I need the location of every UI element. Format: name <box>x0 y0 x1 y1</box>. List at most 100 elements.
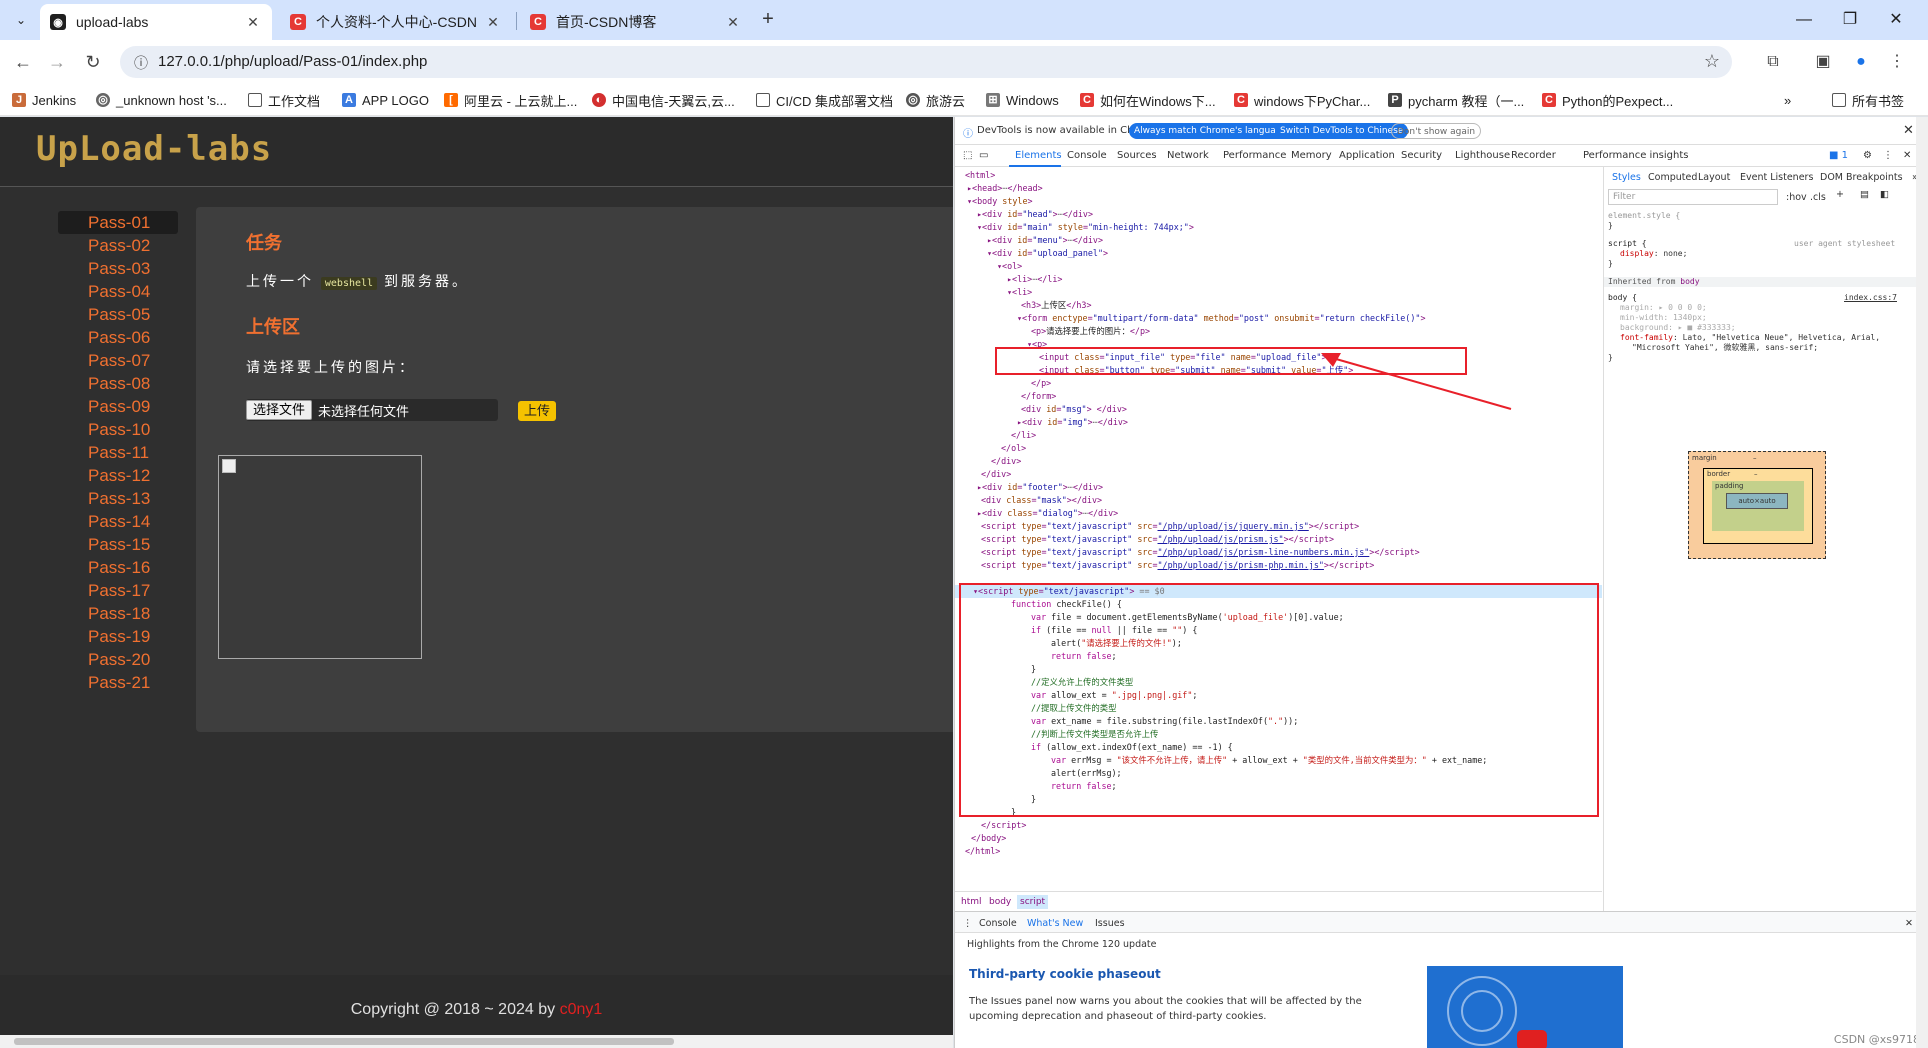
bookmark-item[interactable]: A APP LOGO <box>342 90 429 110</box>
tab-upload-labs[interactable]: ◉ upload-labs ✕ <box>40 4 272 40</box>
restore-button[interactable]: ❐ <box>1830 6 1870 34</box>
tab-memory[interactable]: Memory <box>1291 150 1332 161</box>
tab-csdn-profile[interactable]: C 个人资料-个人中心-CSDN ✕ <box>280 4 512 40</box>
hov-toggle[interactable]: :hov <box>1786 192 1807 203</box>
drawer-tab-whats-new[interactable]: What's New <box>1027 918 1083 929</box>
tab-dom-breakpoints[interactable]: DOM Breakpoints <box>1820 172 1903 183</box>
close-tab-icon[interactable]: ✕ <box>724 14 742 31</box>
menu-item-pass-18[interactable]: Pass-18 <box>58 602 178 625</box>
menu-item-pass-17[interactable]: Pass-17 <box>58 579 178 602</box>
reload-icon[interactable]: ↻ <box>80 50 106 74</box>
tab-search-icon[interactable]: ⌄ <box>8 8 34 32</box>
profile-avatar-icon[interactable]: ● <box>1848 50 1874 74</box>
extensions-icon[interactable]: ⧉ <box>1760 50 1786 74</box>
menu-item-pass-04[interactable]: Pass-04 <box>58 280 178 303</box>
crumb-script[interactable]: script <box>1017 895 1049 909</box>
crumb-html[interactable]: html <box>961 897 982 907</box>
bookmark-item[interactable]: C Python的Pexpect... <box>1542 90 1673 110</box>
whats-new-title[interactable]: Third-party cookie phaseout <box>969 967 1161 981</box>
menu-item-pass-06[interactable]: Pass-06 <box>58 326 178 349</box>
cls-toggle[interactable]: .cls <box>1810 192 1826 203</box>
tab-event-listeners[interactable]: Event Listeners <box>1740 172 1813 183</box>
elements-tree[interactable]: <html> ▸<head>⋯</head> ▾<body style> ▸<d… <box>955 167 1602 891</box>
crumb-body[interactable]: body <box>989 897 1011 907</box>
close-tab-icon[interactable]: ✕ <box>244 14 262 31</box>
choose-file-button[interactable]: 选择文件 <box>246 400 313 420</box>
back-icon[interactable]: ← <box>10 50 36 74</box>
side-panel-icon[interactable]: ▣ <box>1810 50 1836 74</box>
bookmark-item[interactable]: ◎ _unknown host 's... <box>96 90 227 110</box>
tab-computed[interactable]: Computed <box>1648 172 1697 183</box>
bookmark-item[interactable]: Cwindows下PyChar... <box>1234 90 1370 110</box>
menu-item-pass-20[interactable]: Pass-20 <box>58 648 178 671</box>
menu-item-pass-14[interactable]: Pass-14 <box>58 510 178 533</box>
close-devtools-icon[interactable]: ✕ <box>1903 150 1911 161</box>
forward-icon[interactable]: → <box>44 50 70 74</box>
device-toggle-icon[interactable]: ▭ <box>979 150 988 161</box>
drawer-tab-issues[interactable]: Issues <box>1095 918 1125 929</box>
tab-elements[interactable]: Elements <box>1015 150 1062 161</box>
new-tab-button[interactable]: + <box>756 8 780 32</box>
menu-item-pass-15[interactable]: Pass-15 <box>58 533 178 556</box>
bookmark-item[interactable]: J Jenkins <box>12 90 76 110</box>
tab-recorder[interactable]: Recorder <box>1511 150 1556 161</box>
menu-item-pass-12[interactable]: Pass-12 <box>58 464 178 487</box>
devtools-menu-icon[interactable]: ⋮ <box>1883 150 1893 161</box>
bookmarks-overflow-icon[interactable]: » <box>1784 90 1791 110</box>
tab-styles[interactable]: Styles <box>1612 172 1641 183</box>
new-rule-icon[interactable]: + <box>1836 189 1844 200</box>
scrollbar-thumb[interactable] <box>14 1038 674 1045</box>
bookmark-item[interactable]: ⊞ Windows <box>986 90 1059 110</box>
styles-filter-input[interactable]: Filter <box>1608 189 1778 205</box>
tab-security[interactable]: Security <box>1401 150 1442 161</box>
bookmark-folder[interactable]: CI/CD 集成部署文档 <box>756 90 893 110</box>
menu-item-pass-09[interactable]: Pass-09 <box>58 395 178 418</box>
menu-item-pass-21[interactable]: Pass-21 <box>58 671 178 694</box>
menu-kebab-icon[interactable]: ⋮ <box>1884 50 1910 74</box>
site-logo[interactable]: UpLoad-labs <box>36 129 272 169</box>
video-thumbnail[interactable] <box>1427 966 1623 1048</box>
author-link[interactable]: c0ny1 <box>560 1001 603 1018</box>
bookmark-item[interactable]: ◐ 中国电信-天翼云,云... <box>592 90 735 110</box>
close-banner-icon[interactable]: ✕ <box>1903 123 1914 138</box>
tab-performance[interactable]: Performance <box>1223 150 1286 161</box>
bookmark-item[interactable]: [阿里云 - 上云就上... <box>444 90 577 110</box>
inspect-element-icon[interactable]: ⬚ <box>963 150 972 161</box>
site-info-icon[interactable]: ⓘ <box>134 53 148 73</box>
switch-chinese-button[interactable]: Switch DevTools to Chinese <box>1275 123 1409 139</box>
menu-item-pass-03[interactable]: Pass-03 <box>58 257 178 280</box>
match-language-button[interactable]: Always match Chrome's language <box>1129 123 1292 139</box>
minimize-button[interactable]: — <box>1784 6 1824 34</box>
sidebar-toggle-icon[interactable]: ◧ <box>1880 189 1889 200</box>
close-drawer-icon[interactable]: ✕ <box>1905 918 1913 929</box>
tab-console[interactable]: Console <box>1067 150 1107 161</box>
bookmark-item[interactable]: C 如何在Windows下... <box>1080 90 1216 110</box>
bookmark-item[interactable]: Ppycharm 教程（一... <box>1388 90 1524 110</box>
upload-button[interactable]: 上传 <box>518 401 557 421</box>
drawer-menu-icon[interactable]: ⋮ <box>963 918 973 929</box>
bookmark-item[interactable]: ◎ 旅游云 <box>906 90 965 110</box>
file-input[interactable]: 选择文件 未选择任何文件 <box>246 399 498 421</box>
menu-item-pass-10[interactable]: Pass-10 <box>58 418 178 441</box>
tab-application[interactable]: Application <box>1339 150 1395 161</box>
close-tab-icon[interactable]: ✕ <box>484 14 502 31</box>
dont-show-button[interactable]: Don't show again <box>1391 123 1482 139</box>
tab-performance-insights[interactable]: Performance insights <box>1583 150 1688 161</box>
all-bookmarks-folder[interactable]: 所有书签 <box>1832 90 1904 110</box>
menu-item-pass-01[interactable]: Pass-01 <box>58 211 178 234</box>
menu-item-pass-07[interactable]: Pass-07 <box>58 349 178 372</box>
menu-item-pass-02[interactable]: Pass-02 <box>58 234 178 257</box>
menu-item-pass-16[interactable]: Pass-16 <box>58 556 178 579</box>
close-window-button[interactable]: ✕ <box>1876 6 1916 34</box>
tab-sources[interactable]: Sources <box>1117 150 1157 161</box>
menu-item-pass-11[interactable]: Pass-11 <box>58 441 178 464</box>
menu-item-pass-05[interactable]: Pass-05 <box>58 303 178 326</box>
url-text[interactable]: 127.0.0.1/php/upload/Pass-01/index.php <box>158 53 427 70</box>
tab-layout[interactable]: Layout <box>1698 172 1730 183</box>
bookmark-folder[interactable]: 工作文档 <box>248 90 320 110</box>
address-bar[interactable]: ⓘ 127.0.0.1/php/upload/Pass-01/index.php… <box>120 46 1732 78</box>
menu-item-pass-19[interactable]: Pass-19 <box>58 625 178 648</box>
page-horizontal-scrollbar[interactable] <box>0 1035 953 1048</box>
tab-csdn-home[interactable]: C 首页-CSDN博客 ✕ <box>520 4 752 40</box>
settings-gear-icon[interactable]: ⚙ <box>1863 150 1872 161</box>
